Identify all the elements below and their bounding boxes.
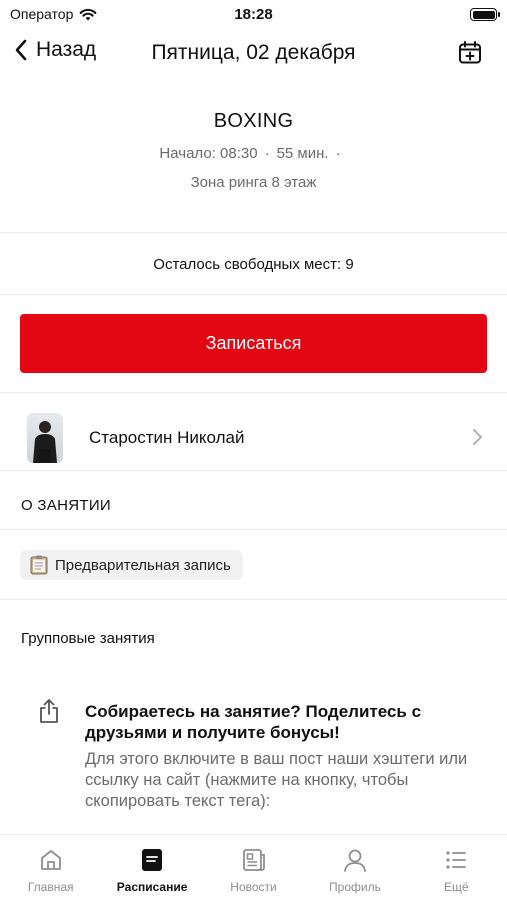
tab-news[interactable]: Новости [203,835,304,900]
class-start: Начало: 08:30 [159,145,258,162]
about-section-title: О ЗАНЯТИИ [21,497,111,514]
group-label: Групповые занятия [21,630,155,647]
signup-button-label: Записаться [205,333,302,353]
free-seats: Осталось свободных мест: 9 [153,256,354,273]
class-title: BOXING [213,110,294,132]
booking-tag-label: Предварительная запись [55,556,231,574]
calendar-add-icon[interactable] [457,40,483,66]
clipboard-icon [30,555,48,575]
tab-profile[interactable]: Профиль [304,835,405,900]
separator: · [264,145,270,162]
trainer-avatar [27,413,63,463]
class-duration: 55 мин. [276,145,329,162]
news-icon [242,849,265,871]
signup-button[interactable]: Записаться [20,314,487,373]
class-time-info: Начало: 08:30 · 55 мин. · [0,145,507,162]
navigation-bar: Назад Пятница, 02 декабря [0,30,507,76]
tab-schedule[interactable]: Расписание [101,835,202,900]
divider [0,599,507,600]
divider [0,470,507,471]
separator: · [335,145,341,162]
more-icon [446,851,467,869]
page-title: Пятница, 02 декабря [151,41,356,64]
battery-icon [470,8,500,21]
share-icon[interactable] [38,698,60,724]
class-zone: Зона ринга 8 этаж [190,174,317,191]
tab-label: Новости [230,880,277,894]
home-icon [40,850,61,870]
clock: 18:28 [234,6,273,23]
tab-bar: Главная Расписание Новости Профиль Ещё [0,834,507,900]
tab-label: Профиль [329,880,381,894]
divider [0,232,507,233]
tab-label: Расписание [116,880,188,894]
trainer-row[interactable]: Старостин Николай [0,406,507,470]
tab-label: Ещё [444,880,469,894]
share-description: Для этого включите в ваш пост наши хэште… [85,750,468,810]
chevron-right-icon [473,429,482,445]
share-title: Собираетесь на занятие? Поделитесь с дру… [85,702,422,742]
profile-icon [344,849,366,872]
booking-tag: Предварительная запись [20,550,243,580]
status-bar: Оператор 18:28 [0,0,507,30]
schedule-icon [142,849,163,871]
divider [0,294,507,295]
divider [0,392,507,393]
tab-more[interactable]: Ещё [406,835,507,900]
tab-label: Главная [27,880,74,894]
tab-home[interactable]: Главная [0,835,101,900]
divider [0,529,507,530]
trainer-name: Старостин Николай [89,428,245,447]
